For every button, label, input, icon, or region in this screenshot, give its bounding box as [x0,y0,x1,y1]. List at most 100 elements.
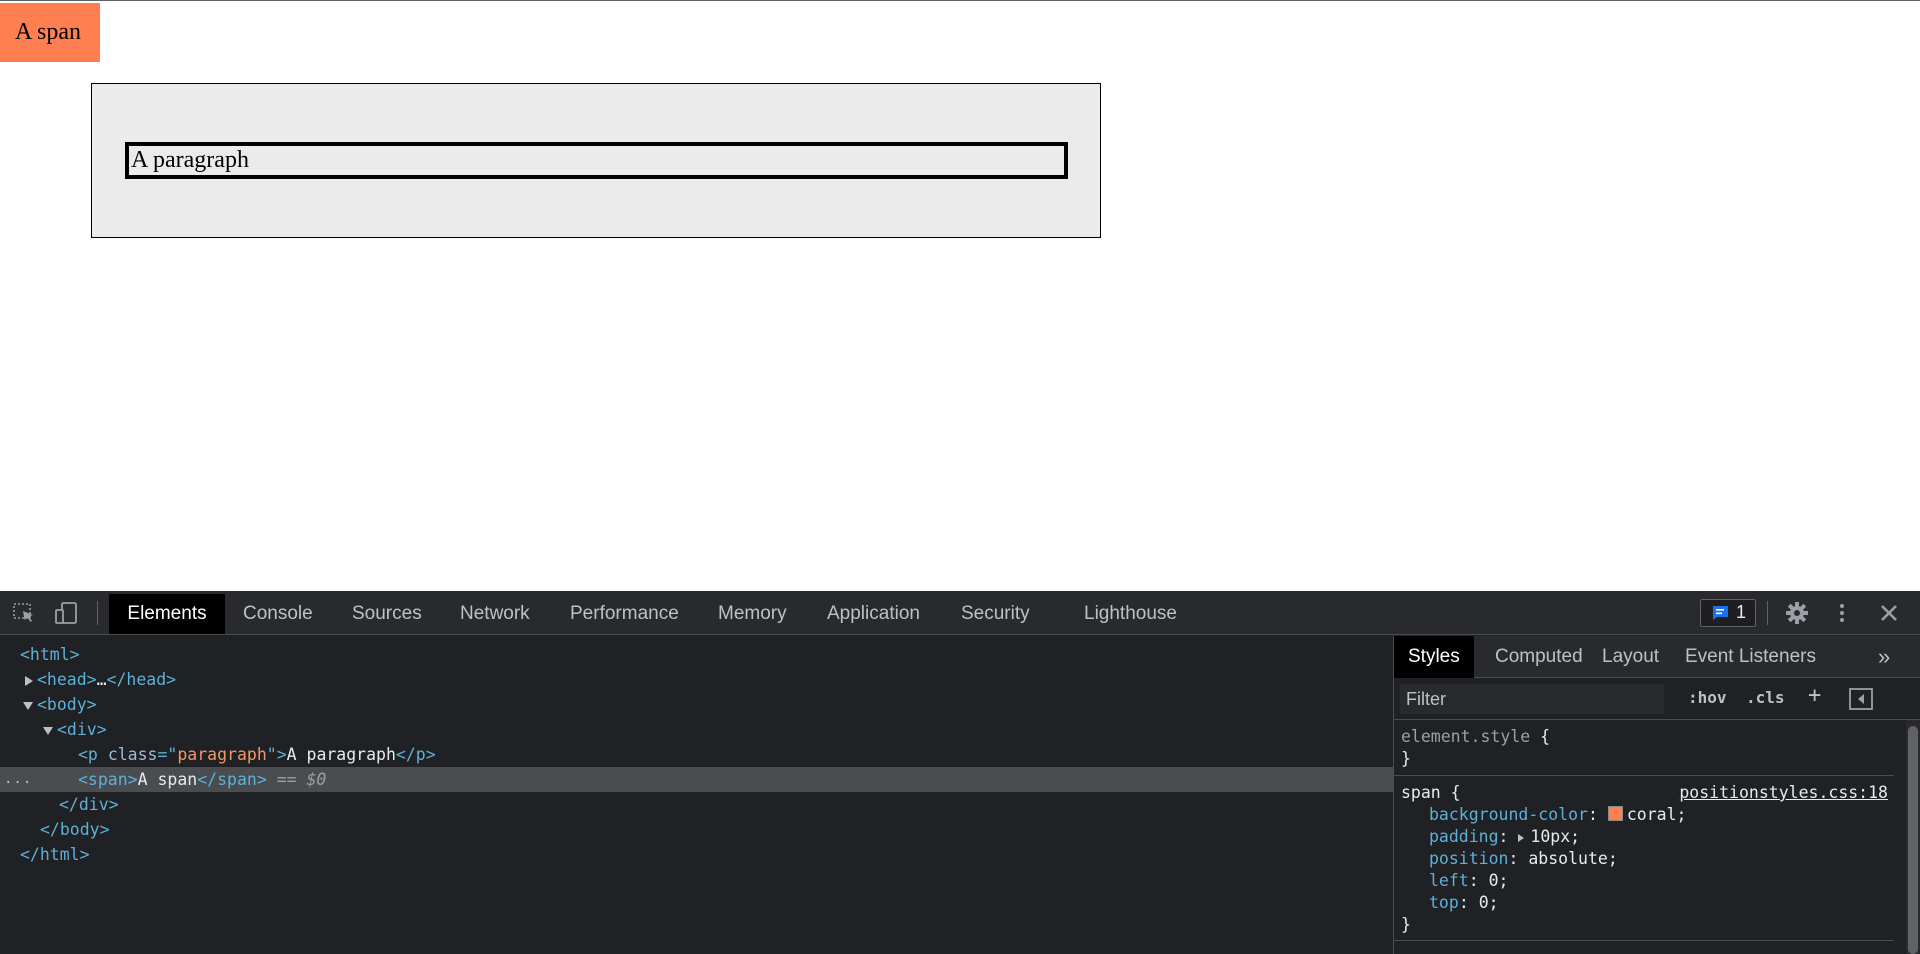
issues-badge[interactable]: 1 [1700,599,1756,627]
p-text-node: A paragraph [286,745,396,764]
close-brace: } [1401,915,1411,934]
rule-element-style-header[interactable]: element.style { [1401,726,1550,748]
tag-head-open: <head> [37,670,97,689]
attr-value: paragraph [177,745,267,764]
collapse-arrow-icon[interactable] [23,701,33,710]
positioned-span: A span [0,3,100,62]
devtools-toolbar: Elements Console Sources Network Perform… [0,591,1920,635]
dom-node-html-close[interactable]: </html> [0,842,1413,867]
property-value: 0; [1478,893,1499,912]
gear-icon[interactable] [1785,601,1809,625]
tab-elements[interactable]: Elements [109,594,225,634]
expand-shorthand-icon[interactable] [1518,833,1525,842]
dom-node-body-close[interactable]: </body> [0,817,1433,842]
dom-tree: <html> <head>…</head> <body> <div> <p cl… [0,636,1471,954]
devtools-panel: Elements Console Sources Network Perform… [0,591,1920,954]
subtab-layout[interactable]: Layout [1588,636,1673,678]
declaration-padding[interactable]: padding: 10px; [1429,826,1580,848]
attr-end: "> [266,745,287,764]
tag-span-close: </span> [197,770,267,789]
subtab-event-listeners[interactable]: Event Listeners [1671,636,1830,678]
property-name: position [1429,849,1509,868]
property-value: coral; [1626,805,1687,824]
overflow-chevron-icon[interactable]: » [1864,636,1904,678]
tab-console[interactable]: Console [225,594,331,634]
dom-node-paragraph[interactable]: <p class="paragraph">A paragraph</p> [0,742,1471,767]
attr-name: class [107,745,158,764]
node-actions-dots[interactable]: ... [4,767,32,792]
property-name: top [1429,893,1459,912]
tag-p-close: </p> [395,745,436,764]
close-icon[interactable] [1877,601,1901,625]
tag-div-close: </div> [59,795,119,814]
selected-node-marker: == $0 [266,770,327,789]
declaration-background-color[interactable]: background-color: coral; [1429,804,1686,826]
toolbar-separator [1767,601,1768,625]
tab-application[interactable]: Application [809,594,938,634]
head-collapsed-ellipsis: … [96,670,107,689]
hov-toggle[interactable]: :hov [1688,688,1727,707]
more-vert-icon[interactable] [1830,601,1854,625]
rule-span-close: } [1401,914,1411,936]
dom-node-body[interactable]: <body> [0,692,1416,717]
styles-sidebar: Styles Computed Layout Event Listeners »… [1393,636,1920,954]
device-toolbar-icon[interactable] [54,602,80,624]
tab-sources[interactable]: Sources [334,594,440,634]
collapse-arrow-icon[interactable] [43,726,53,735]
container-div: A paragraph [91,83,1101,238]
tab-memory[interactable]: Memory [700,594,805,634]
tag-body-open: <body> [37,695,97,714]
dom-node-html[interactable]: <html> [0,642,1413,667]
inspect-element-icon[interactable] [12,602,38,624]
declaration-top[interactable]: top: 0; [1429,892,1499,914]
toolbar-separator [97,601,98,625]
property-value: absolute; [1528,849,1618,868]
subtab-styles[interactable]: Styles [1394,636,1474,678]
rule-element-style-close: } [1401,748,1411,770]
tab-performance[interactable]: Performance [552,594,697,634]
tag-p-open: <p [78,745,98,764]
styles-subtabs: Styles Computed Layout Event Listeners » [1394,636,1920,678]
tag-head-close: </head> [106,670,177,689]
cls-toggle[interactable]: .cls [1746,688,1785,707]
tag-html-open: <html> [20,645,80,664]
dom-node-span-selected[interactable]: ... <span>A span</span> == $0 [0,767,1471,792]
tab-security[interactable]: Security [943,594,1048,634]
attr-eq: =" [157,745,178,764]
source-link[interactable]: positionstyles.css:18 [1679,782,1888,804]
tag-div-open: <div> [57,720,107,739]
selector-span: span [1401,783,1441,802]
issues-count: 1 [1736,602,1747,622]
toggle-sidebar-icon[interactable] [1849,688,1873,710]
new-style-rule-plus-icon[interactable]: + [1808,683,1821,708]
property-name: left [1429,871,1469,890]
page-viewport: A paragraph A span [0,0,1920,591]
styles-filter-input[interactable] [1400,684,1664,714]
tab-lighthouse[interactable]: Lighthouse [1066,594,1195,634]
tab-network[interactable]: Network [442,594,548,634]
rule-separator [1394,940,1894,941]
tag-body-close: </body> [40,820,110,839]
property-value: 0; [1488,871,1509,890]
dom-node-head[interactable]: <head>…</head> [0,667,1418,692]
styles-scrollbar-thumb[interactable] [1908,726,1918,954]
declaration-left[interactable]: left: 0; [1429,870,1509,892]
dom-node-div-close[interactable]: </div> [0,792,1452,817]
span-text-node: A span [137,770,198,789]
open-brace: { [1440,783,1461,802]
tag-span-open: <span> [78,770,138,789]
property-value: 10px; [1530,827,1581,846]
open-brace: { [1530,727,1551,746]
dom-node-div[interactable]: <div> [0,717,1436,742]
styles-filter-bar: :hov .cls + [1394,678,1920,720]
expand-arrow-icon[interactable] [25,675,33,686]
rule-span-header[interactable]: span { [1401,782,1461,804]
paragraph-element: A paragraph [125,142,1068,179]
tag-html-close: </html> [20,845,90,864]
subtab-computed[interactable]: Computed [1481,636,1597,678]
declaration-position[interactable]: position: absolute; [1429,848,1618,870]
rule-separator [1394,775,1894,776]
color-swatch[interactable] [1607,806,1623,821]
property-name: padding [1429,827,1499,846]
property-name: background-color [1429,805,1588,824]
